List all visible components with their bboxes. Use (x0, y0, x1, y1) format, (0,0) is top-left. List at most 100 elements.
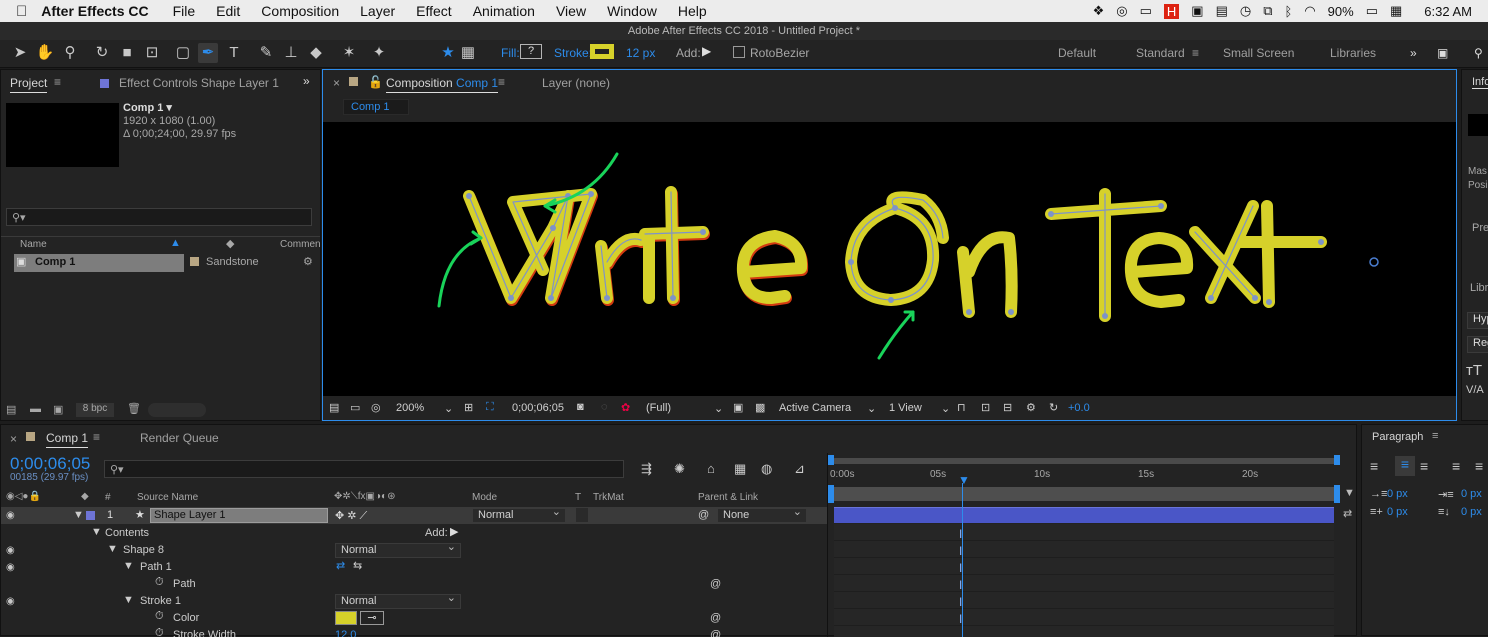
time-navigator[interactable] (832, 487, 1338, 501)
graph-editor-icon[interactable]: ⊿ (794, 461, 805, 477)
current-timecode[interactable]: 0;00;06;05 (10, 454, 90, 474)
frame-blending-icon[interactable]: ▦ (734, 461, 746, 477)
flowchart-icon[interactable]: ⚙ (1026, 401, 1036, 414)
menu-file[interactable]: File (173, 3, 196, 19)
trash-icon[interactable]: 🗑 (127, 402, 141, 415)
indent-first-value[interactable]: 0 px (1461, 488, 1482, 500)
new-comp-icon[interactable]: ▣ (53, 403, 63, 416)
tab-menu-icon[interactable]: ≡ (54, 75, 61, 89)
fill-label[interactable]: Fill: (501, 46, 520, 60)
draft-3d-icon[interactable]: ✺ (674, 461, 685, 477)
always-preview-icon[interactable]: ▤ (329, 401, 339, 414)
stroke1-mode-dropdown[interactable]: Normal (335, 592, 461, 609)
eye-icon[interactable]: ◉ (6, 510, 18, 521)
reset-exposure-icon[interactable]: ↻ (1049, 401, 1058, 414)
path-direction-icon[interactable]: ⇄ (336, 559, 345, 572)
eyedropper-icon[interactable]: ⊸ (360, 611, 384, 625)
timeline-search-input[interactable]: ⚲▾ (104, 460, 624, 478)
zoom-dropdown[interactable]: 200% ⌄ (396, 402, 456, 415)
space-after-value[interactable]: 0 px (1461, 506, 1482, 518)
rotobezier-checkbox[interactable] (733, 46, 745, 58)
navigator-end[interactable] (1334, 485, 1340, 503)
bluetooth-icon[interactable]: ᛒ (1285, 4, 1293, 19)
new-folder-icon[interactable]: ▬ (30, 403, 41, 415)
col-trkmat[interactable]: TrkMat (593, 492, 624, 503)
font-style-field[interactable]: Reg (1467, 336, 1488, 353)
justify-center-icon[interactable]: ≡ (1475, 458, 1483, 474)
font-size-icon[interactable]: ᴛT (1466, 362, 1482, 379)
stroke-width-value[interactable]: 12 px (626, 46, 655, 60)
zoom-slider-icon[interactable]: ▼ (1344, 487, 1355, 499)
add-menu-icon[interactable]: ▶ (702, 44, 711, 58)
stroke-label[interactable]: Stroke: (554, 46, 592, 60)
apple-icon[interactable]:  (16, 3, 27, 20)
comp-button-icon[interactable]: ⇄ (1343, 507, 1352, 520)
align-left-icon[interactable]: ≡ (1370, 458, 1378, 474)
menu-view[interactable]: View (556, 3, 586, 19)
contents-row[interactable]: ▼ Contents Add: ▶ (1, 525, 827, 542)
search-help-icon[interactable]: ⚲ (1474, 46, 1483, 60)
work-area-bar[interactable] (832, 458, 1338, 464)
snapshot-icon[interactable]: ◙ (577, 401, 584, 413)
close-tab-icon[interactable]: × (333, 76, 340, 90)
cc-icon[interactable]: ◎ (1116, 3, 1127, 19)
stroke-swatch[interactable] (590, 44, 614, 59)
tab-project[interactable]: Project (10, 76, 48, 93)
tab-render-queue[interactable]: Render Queue (140, 431, 219, 445)
tab-effect-controls[interactable]: Effect Controls Shape Layer 1 (119, 76, 279, 90)
workspace-small-screen[interactable]: Small Screen (1223, 46, 1294, 60)
airplay-icon[interactable]: ▭ (1140, 3, 1152, 19)
pen-tool-icon[interactable]: ✒ (198, 43, 218, 63)
layer-duration-bar[interactable] (834, 507, 1334, 523)
twirl-down-icon[interactable]: ▼ (123, 594, 134, 606)
tab-paragraph[interactable]: Paragraph (1372, 431, 1423, 443)
path-row[interactable]: ⏱ Path @ (1, 576, 827, 593)
av-features-icon[interactable]: ◉◁●🔒 (6, 491, 41, 502)
comp-breadcrumb[interactable]: Comp 1 (343, 99, 409, 115)
timeline-icon[interactable]: ⊟ (1003, 401, 1012, 414)
indent-left-value[interactable]: 0 px (1387, 488, 1408, 500)
dropbox-icon[interactable]: ❖ (1093, 3, 1105, 19)
menu-animation[interactable]: Animation (473, 3, 535, 19)
project-item-comp1[interactable]: ▣ Comp 1 (14, 254, 184, 272)
grid-guides-icon[interactable]: ⊞ (464, 401, 473, 414)
stroke1-row[interactable]: ◉ ▼ Stroke 1 Normal (1, 592, 827, 610)
tab-preview[interactable]: Pre (1472, 222, 1488, 234)
twirl-down-icon[interactable]: ▼ (123, 560, 134, 572)
time-graph[interactable]: 0:00s 05s 10s 15s 20s ▼ I I I I I I ▼ ⇄ (827, 453, 1357, 637)
memory-icon[interactable]: ▣ (1191, 3, 1203, 19)
show-snapshot-icon[interactable]: ◌ (601, 401, 608, 413)
switches-icons[interactable]: ✥✲⟍fx▣◑◐⊛ (334, 491, 395, 502)
project-scroll[interactable] (148, 403, 206, 417)
tab-menu-icon[interactable]: ≡ (498, 75, 505, 89)
clone-stamp-tool-icon[interactable]: ⊥ (281, 43, 301, 63)
layer-switches[interactable]: ✥ ✲ ⟋ (335, 509, 367, 523)
layer-mode-dropdown[interactable]: Normal (472, 506, 566, 523)
pickwhip-icon[interactable]: @ (710, 612, 721, 624)
clock-label[interactable]: 6:32 AM (1424, 4, 1472, 19)
space-before-value[interactable]: 0 px (1387, 506, 1408, 518)
vr-icon[interactable]: ◎ (371, 401, 381, 414)
col-source-name[interactable]: Source Name (137, 492, 198, 503)
exposure-value[interactable]: +0.0 (1068, 402, 1090, 414)
shape8-mode-dropdown[interactable]: Normal (335, 541, 461, 558)
anchor-point[interactable] (1369, 257, 1379, 267)
tab-menu-icon[interactable]: ≡ (1432, 430, 1438, 442)
twirl-down-icon[interactable]: ▼ (73, 509, 84, 521)
battery-label[interactable]: 90% (1328, 4, 1354, 19)
zoom-tool-icon[interactable]: ⚲ (60, 43, 80, 63)
tab-menu-icon[interactable]: ≡ (93, 430, 100, 444)
interpret-footage-icon[interactable]: ▤ (6, 403, 16, 416)
toggle-pixel-icon[interactable]: ⊓ (957, 401, 966, 414)
playhead-icon[interactable]: ▼ (958, 473, 970, 487)
add-shape-icon[interactable]: ▶ (450, 525, 458, 538)
fill-swatch[interactable]: ? (520, 44, 542, 59)
menu-effect[interactable]: Effect (416, 3, 452, 19)
time-machine-icon[interactable]: ◷ (1240, 3, 1251, 19)
label-tag-icon[interactable]: ◆ (226, 237, 234, 250)
shape8-row[interactable]: ◉ ▼ Shape 8 Normal (1, 541, 827, 559)
close-tab-icon[interactable]: × (10, 432, 17, 446)
align-center-icon[interactable]: ≡ (1395, 456, 1415, 476)
camera-tool-icon[interactable]: ■ (117, 43, 137, 63)
star-icon[interactable]: ★ (438, 43, 458, 63)
